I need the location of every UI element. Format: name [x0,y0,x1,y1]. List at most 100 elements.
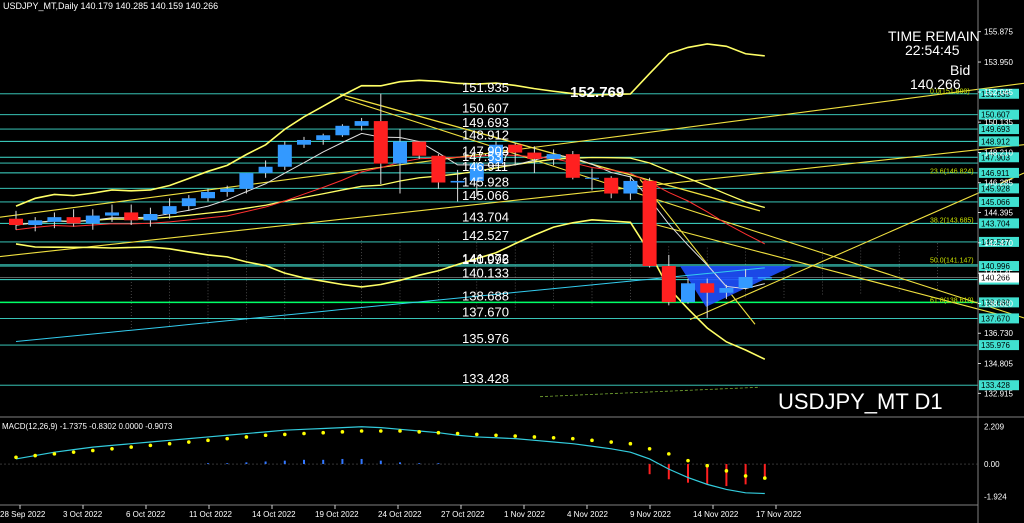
candle-body [719,288,734,293]
macd-signal-dot [705,463,709,468]
macd-signal-dot [532,435,537,439]
macd-signal-dot [91,448,95,453]
macd-signal-dot [398,429,402,433]
candle-body [565,154,580,178]
date-tick-label: 6 Oct 2022 [126,510,166,519]
date-tick-label: 11 Oct 2022 [189,510,233,519]
level-price-box-label: 145.066 [981,198,1010,207]
candle-body [297,139,311,145]
candle-body [661,265,676,303]
macd-signal-dot [513,434,517,438]
macd-signal-dot [743,474,748,478]
price-tick-label: 146.285 [984,179,1013,188]
time-remain-value: 22:54:45 [905,42,960,58]
macd-signal-dot [724,469,729,473]
macd-signal-dot [33,453,37,458]
peak-price-label: 152.769 [570,84,624,101]
macd-signal-dot [359,429,364,433]
macd-signal-dot [340,430,345,434]
candle-body [239,173,254,189]
candle-body [277,144,292,167]
level-price-box-label: 143.704 [981,219,1010,228]
level-label: 142.527 [462,228,509,243]
macd-signal-dot [417,430,422,434]
macd-signal-dot [52,452,57,456]
date-tick-label: 4 Nov 2022 [567,510,608,519]
date-tick-label: 19 Oct 2022 [315,510,359,519]
macd-signal-dot [609,440,613,444]
candle-body [681,283,695,303]
macd-signal-dot [647,446,652,451]
price-tick-label: 132.915 [984,389,1013,398]
macd-signal-dot [283,432,287,437]
macd-signal-dot [110,446,114,451]
level-label: 151.935 [462,80,509,95]
date-tick-label: 27 Oct 2022 [441,510,485,519]
candle-body [527,152,542,159]
price-tick-label: 150.135 [984,118,1013,127]
candle-body [9,218,23,226]
candle-body [700,283,715,293]
macd-tick-label: 2.209 [984,423,1005,432]
candle-body [85,215,100,224]
candle-body [162,206,177,214]
price-tick-label: 140.545 [984,269,1013,278]
macd-signal-dot [455,431,460,436]
date-tick-label: 9 Nov 2022 [630,510,671,519]
level-label: 150.607 [462,101,509,116]
date-tick-label: 17 Nov 2022 [756,510,802,519]
level-label: 138.688 [462,288,509,303]
candle-body [124,212,139,221]
date-tick-label: 28 Sep 2022 [0,510,46,519]
date-tick-label: 1 Nov 2022 [504,510,545,519]
candle-body [47,217,62,222]
fib-level-label: 61.8(138.610) [930,298,974,305]
candle-body [738,276,753,289]
macd-signal-dot [571,436,575,441]
macd-signal-dot [494,433,498,438]
candle-body [508,144,523,153]
macd-signal-dot [628,441,633,446]
price-tick-label: 134.805 [984,360,1013,369]
macd-signal-dot [667,452,671,456]
macd-signal-dot [187,440,191,444]
candle-body [373,121,388,164]
fib-level-label: 38.2(143.685) [930,218,974,225]
usdjpy-daily-chart[interactable]: 151.935150.607149.693148.912147.903147.5… [0,0,1024,523]
candle-body [258,166,273,174]
bid-value: 140.266 [910,76,961,92]
fib-level-label: 23.6(146.824) [930,168,974,175]
macd-signal-dot [244,435,249,439]
macd-signal-dot [206,438,210,443]
macd-tick-label: -1.924 [984,493,1007,502]
macd-signal-dot [71,450,76,454]
price-tick-label: 155.875 [984,28,1013,37]
price-tick-label: 142.470 [984,239,1013,248]
candle-body [143,214,158,221]
macd-signal-dot [14,455,18,460]
level-label: 140.133 [462,266,509,281]
price-tick-label: 138.620 [984,299,1013,308]
level-price-box-label: 137.670 [981,314,1010,323]
level-price-box-label: 135.976 [981,341,1010,350]
price-tick-label: 136.730 [984,329,1013,338]
macd-signal-dot [686,458,690,463]
level-label: 145.066 [462,188,509,203]
date-tick-label: 3 Oct 2022 [63,510,103,519]
candle-body [316,135,331,140]
macd-title: MACD(12,26,9) -1.7375 -0.8302 0.0000 -0.… [2,422,173,431]
macd-signal-dot [263,433,268,438]
macd-signal-dot [763,476,767,480]
date-tick-label: 14 Oct 2022 [252,510,296,519]
level-label: 148.912 [462,127,509,142]
macd-signal-dot [321,430,326,435]
macd-signal-dot [379,429,383,433]
macd-signal-dot [590,438,594,443]
level-label: 143.704 [462,209,509,224]
candle-body [546,154,561,159]
candle-body [105,212,119,216]
candle-body [393,141,407,164]
candle-body [585,177,599,179]
macd-signal-dot [129,445,133,449]
candle-body [757,276,772,279]
